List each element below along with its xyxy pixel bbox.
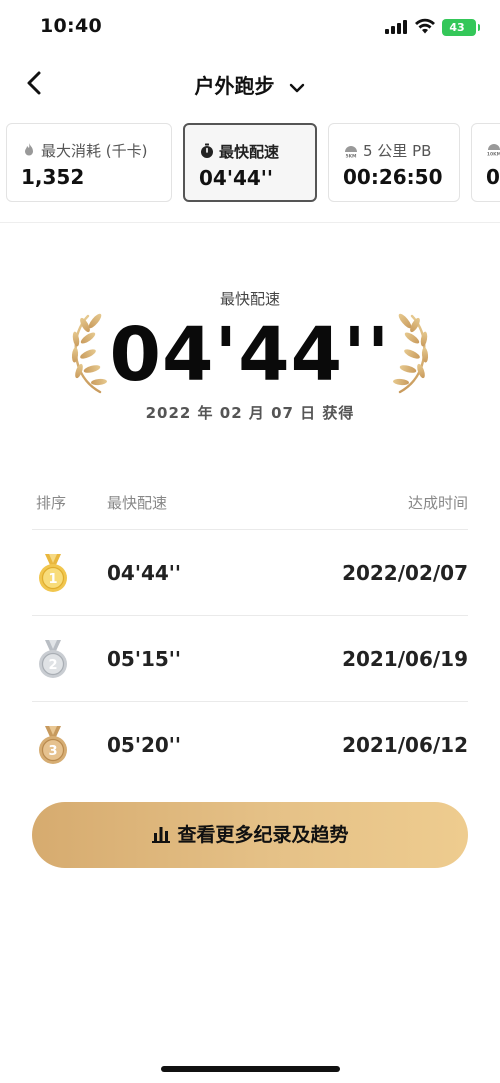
card-label-wrap: 最大消耗 (千卡) — [21, 140, 147, 161]
table-row: 2 05'15'' 2021/06/19 — [32, 615, 468, 701]
row-pace: 04'44'' — [107, 561, 182, 585]
bronze-medal-icon: 3 — [39, 726, 67, 764]
card-10km-pb[interactable]: 10KM 0 — [471, 123, 500, 202]
row-pace: 05'20'' — [107, 733, 182, 757]
5km-badge-icon: 5KM — [345, 146, 357, 159]
card-value: 00:26:50 — [343, 165, 443, 189]
medal-rank: 3 — [48, 744, 57, 759]
wifi-icon — [415, 18, 435, 34]
chevron-down-icon — [290, 83, 305, 92]
header-pace: 最快配速 — [107, 494, 168, 512]
divider — [0, 222, 500, 223]
stopwatch-icon — [201, 143, 213, 158]
svg-text:5KM: 5KM — [345, 154, 357, 159]
card-label: 最快配速 — [219, 143, 280, 161]
medal-rank: 1 — [48, 572, 57, 587]
battery-level: 43 — [449, 21, 465, 34]
card-value: 04'44'' — [199, 166, 274, 190]
nav-title: 户外跑步 — [194, 74, 275, 98]
header-rank: 排序 — [36, 494, 67, 512]
table-row: 1 04'44'' 2022/02/07 — [32, 529, 468, 615]
card-label-wrap: 10KM — [486, 140, 500, 158]
row-date: 2021/06/12 — [342, 733, 468, 757]
nav-bar: 户外跑步 — [0, 58, 500, 108]
hero-label: 最快配速 — [219, 290, 280, 308]
row-date: 2022/02/07 — [342, 561, 468, 585]
card-5km-pb[interactable]: 5KM 5 公里 PB 00:26:50 — [328, 123, 460, 202]
cellular-signal-icon — [385, 20, 407, 34]
bar-chart-icon — [152, 827, 171, 843]
record-cards: 最大消耗 (千卡) 1,352 最快配速 04'44'' 5KM 5 公里 PB… — [0, 123, 500, 203]
card-max-calories[interactable]: 最大消耗 (千卡) 1,352 — [6, 123, 172, 202]
row-pace: 05'15'' — [107, 647, 182, 671]
home-indicator — [161, 1066, 340, 1072]
row-date: 2021/06/19 — [342, 647, 468, 671]
cta-label: 查看更多纪录及趋势 — [177, 824, 349, 846]
laurel-right-icon — [393, 313, 429, 394]
silver-medal-icon: 2 — [39, 640, 67, 678]
hero-achieved-date: 2022 年 02 月 07 日 获得 — [145, 404, 355, 422]
card-label: 最大消耗 (千卡) — [41, 142, 148, 160]
header-time: 达成时间 — [407, 494, 468, 512]
card-label: 5 公里 PB — [363, 142, 432, 160]
card-label-wrap: 5KM 5 公里 PB — [343, 140, 431, 161]
status-time: 10:40 — [40, 15, 102, 37]
card-value: 0 — [486, 165, 500, 189]
card-label-wrap: 最快配速 — [199, 141, 279, 162]
card-fastest-pace[interactable]: 最快配速 04'44'' — [183, 123, 317, 202]
medal-rank: 2 — [48, 658, 57, 673]
10km-badge-icon: 10KM — [487, 144, 500, 157]
battery-icon: 43 — [442, 19, 480, 36]
view-more-records-button[interactable]: 查看更多纪录及趋势 — [32, 802, 468, 868]
activity-type-selector[interactable]: 户外跑步 — [0, 70, 500, 99]
flame-icon — [25, 143, 33, 156]
svg-text:10KM: 10KM — [487, 152, 500, 157]
card-value: 1,352 — [21, 165, 85, 189]
gold-medal-icon: 1 — [39, 554, 67, 592]
table-row: 3 05'20'' 2021/06/12 — [32, 701, 468, 787]
status-bar: 10:40 43 — [0, 0, 500, 54]
